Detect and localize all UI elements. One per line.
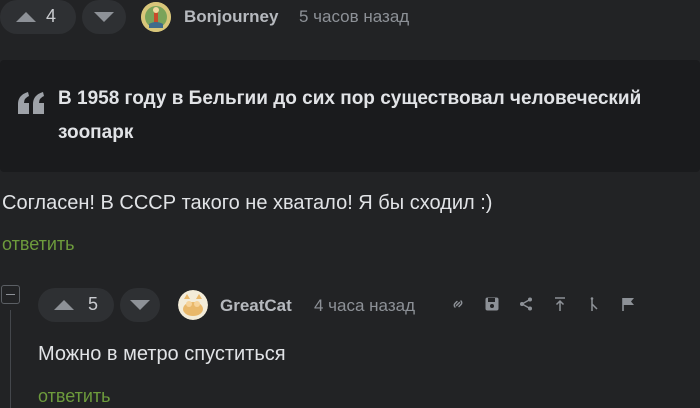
upvote-icon[interactable]: [16, 12, 36, 22]
downvote-icon[interactable]: [94, 12, 114, 22]
comments-page: 4 Bonjourney 5 часов назад В 1958 году в…: [0, 0, 700, 408]
reply-link[interactable]: ответить: [38, 386, 111, 407]
save-icon[interactable]: [482, 294, 502, 314]
arrow-up-to-line-icon[interactable]: [550, 294, 570, 314]
branch-icon[interactable]: [584, 294, 604, 314]
vote-widget: 5: [38, 288, 163, 322]
quote-text: В 1958 году в Бельгии до сих пор существ…: [58, 88, 642, 143]
link-icon[interactable]: [448, 294, 468, 314]
comment-time[interactable]: 4 часа назад: [314, 296, 415, 316]
comment-time[interactable]: 5 часов назад: [299, 7, 409, 27]
comment-text: Можно в метро спуститься: [38, 343, 286, 365]
comment-tools: [448, 294, 638, 314]
quote-icon: [18, 78, 46, 122]
avatar[interactable]: [141, 2, 171, 32]
thread-line[interactable]: [10, 310, 11, 408]
avatar-image: [178, 290, 208, 320]
collapse-thread-button[interactable]: [1, 285, 20, 304]
avatar-image: [141, 2, 171, 32]
upvote-icon[interactable]: [54, 300, 74, 310]
avatar[interactable]: [178, 290, 208, 320]
vote-count: 5: [88, 294, 99, 314]
flag-icon[interactable]: [618, 294, 638, 314]
share-icon[interactable]: [516, 294, 536, 314]
reply-link[interactable]: ответить: [2, 234, 75, 255]
vote-widget: 4: [0, 0, 126, 34]
author-name[interactable]: GreatCat: [220, 296, 292, 316]
author-name[interactable]: Bonjourney: [184, 7, 278, 27]
vote-count: 4: [46, 6, 57, 26]
downvote-icon[interactable]: [130, 300, 150, 310]
comment-text: Согласен! В СССР такого не хватало! Я бы…: [2, 192, 493, 214]
upvote-pill: [38, 288, 114, 322]
upvote-pill: [0, 0, 76, 34]
